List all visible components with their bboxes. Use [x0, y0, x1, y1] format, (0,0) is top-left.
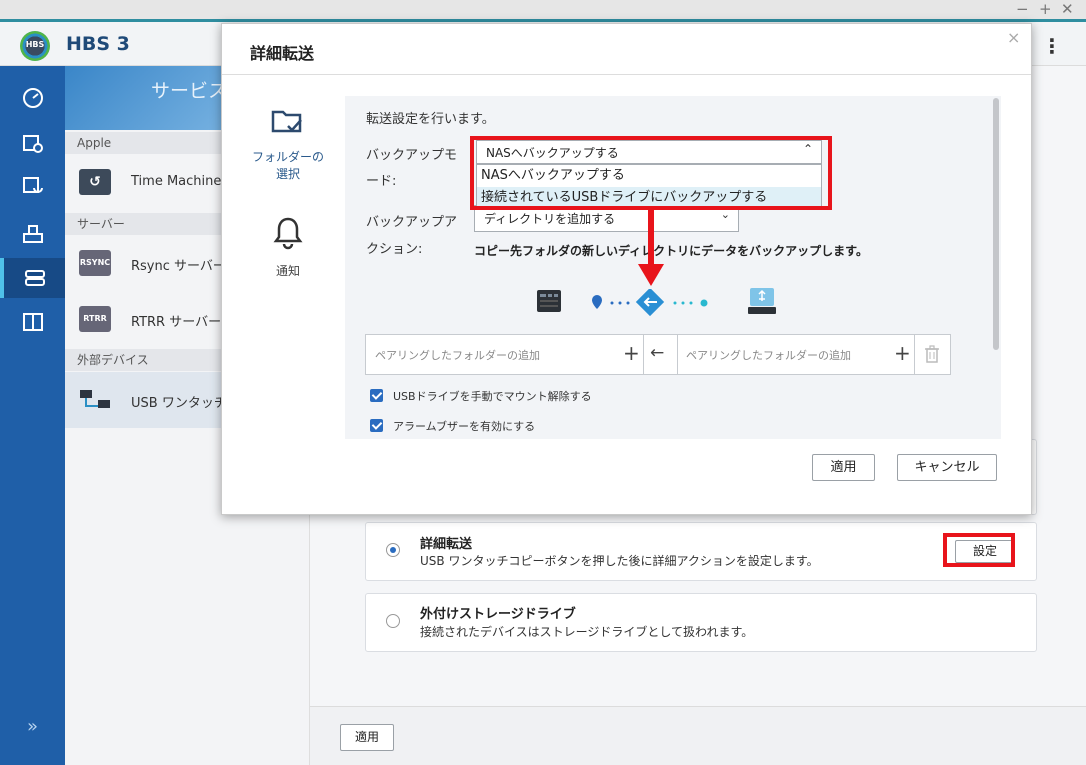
backup-action-label-1: バックアップア — [366, 215, 458, 230]
dialog-title: 詳細転送 — [250, 44, 315, 63]
dialog-cancel-button[interactable]: キャンセル — [897, 454, 997, 481]
close-window-icon[interactable]: ✕ — [1061, 0, 1074, 18]
buzzer-checkbox[interactable] — [370, 419, 383, 432]
backup-mode-label-2: ード: — [366, 174, 397, 189]
buzzer-checkbox-label: アラームブザーを有効にする — [393, 420, 536, 433]
dest-folder-placeholder[interactable]: ペアリングしたフォルダーの追加 — [686, 347, 851, 363]
nav-folder-label-2: 選択 — [275, 167, 300, 181]
folder-select-icon — [228, 106, 348, 144]
unmount-checkbox[interactable] — [370, 389, 383, 402]
unmount-checkbox-label: USBドライブを手動でマウント解除する — [393, 390, 592, 403]
option-card-detail[interactable]: 詳細転送 USB ワンタッチコピーボタンを押した後に詳細アクションを設定します。… — [365, 522, 1037, 581]
footer-bar: 適用 — [310, 706, 1086, 765]
time-machine-icon: ↺ — [79, 169, 111, 195]
nas-device-icon — [535, 288, 563, 314]
storage-radio[interactable] — [386, 614, 400, 628]
add-dest-folder-icon[interactable]: + — [894, 341, 911, 365]
option-card-storage[interactable]: 外付けストレージドライブ 接続されたデバイスはストレージドライブとして扱われます… — [365, 593, 1037, 652]
maximize-icon[interactable]: + — [1039, 0, 1052, 18]
intro-text: 転送設定を行います。 — [366, 112, 495, 127]
backup-action-value: ディレクトリを追加する — [484, 212, 616, 226]
backup-action-label-2: クション: — [366, 242, 423, 257]
detail-option-title: 詳細転送 — [420, 537, 473, 552]
service-item-label: USB ワンタッチ — [131, 396, 227, 411]
sync-icon[interactable] — [0, 166, 65, 206]
arrow-left-icon: ← — [650, 343, 665, 363]
pairing-divider — [677, 335, 678, 374]
close-icon[interactable]: × — [1007, 28, 1020, 47]
restore-icon[interactable] — [0, 214, 65, 254]
trash-icon[interactable] — [924, 345, 940, 367]
storage-option-title: 外付けストレージドライブ — [420, 607, 576, 622]
dashboard-icon[interactable] — [0, 78, 65, 118]
folder-pairing-row: ペアリングしたフォルダーの追加 + ← ペアリングしたフォルダーの追加 + — [365, 334, 951, 375]
backup-icon[interactable] — [0, 124, 65, 164]
nav-notification[interactable]: 通知 — [228, 216, 348, 279]
detail-radio[interactable] — [386, 543, 400, 557]
source-folder-placeholder[interactable]: ペアリングしたフォルダーの追加 — [375, 347, 540, 363]
minimize-icon[interactable]: − — [1016, 0, 1029, 18]
rsync-icon: RSYNC — [79, 250, 111, 276]
dropdown-highlight-box — [470, 136, 832, 210]
more-menu-icon[interactable]: ⋮ — [1042, 34, 1062, 58]
storage-space-icon[interactable] — [0, 302, 65, 342]
backup-action-description: コピー先フォルダの新しいディレクトリにデータをバックアップします。 — [474, 244, 868, 258]
expand-rail-icon[interactable]: » — [0, 716, 65, 737]
service-item-label: Rsync サーバー — [131, 259, 226, 274]
advanced-transfer-dialog: 詳細転送 × フォルダーの 選択 通知 転送設定を行います。 バックアップモ ー… — [221, 23, 1032, 515]
settings-highlight-box — [943, 533, 1015, 567]
dialog-apply-button[interactable]: 適用 — [812, 454, 875, 481]
app-title: HBS 3 — [66, 33, 130, 55]
add-source-folder-icon[interactable]: + — [623, 341, 640, 365]
main-apply-button[interactable]: 適用 — [340, 724, 394, 751]
rtrr-icon: RTRR — [79, 306, 111, 332]
usb-drive-icon — [746, 286, 778, 316]
backup-mode-label-1: バックアップモ — [366, 148, 458, 163]
services-icon[interactable] — [0, 258, 65, 298]
nav-folder-selection[interactable]: フォルダーの 選択 — [228, 106, 348, 182]
content-scrollbar[interactable] — [993, 98, 999, 350]
detail-option-desc: USB ワンタッチコピーボタンを押した後に詳細アクションを設定します。 — [420, 554, 819, 568]
pairing-divider — [914, 335, 915, 374]
bell-icon — [228, 216, 348, 258]
transfer-flow-diagram — [592, 289, 708, 317]
usb-one-touch-icon — [79, 386, 111, 412]
nav-folder-label-1: フォルダーの — [251, 150, 324, 164]
service-item-label: RTRR サーバー — [131, 315, 222, 330]
nav-notification-label: 通知 — [275, 264, 300, 278]
hbs-logo-icon: HBS — [20, 31, 50, 61]
nav-rail: » — [0, 66, 65, 765]
callout-arrow-icon — [638, 206, 664, 286]
pairing-divider — [643, 335, 644, 374]
service-item-label: Time Machine — [131, 174, 222, 189]
dialog-divider — [222, 74, 1031, 75]
storage-option-desc: 接続されたデバイスはストレージドライブとして扱われます。 — [420, 625, 754, 639]
